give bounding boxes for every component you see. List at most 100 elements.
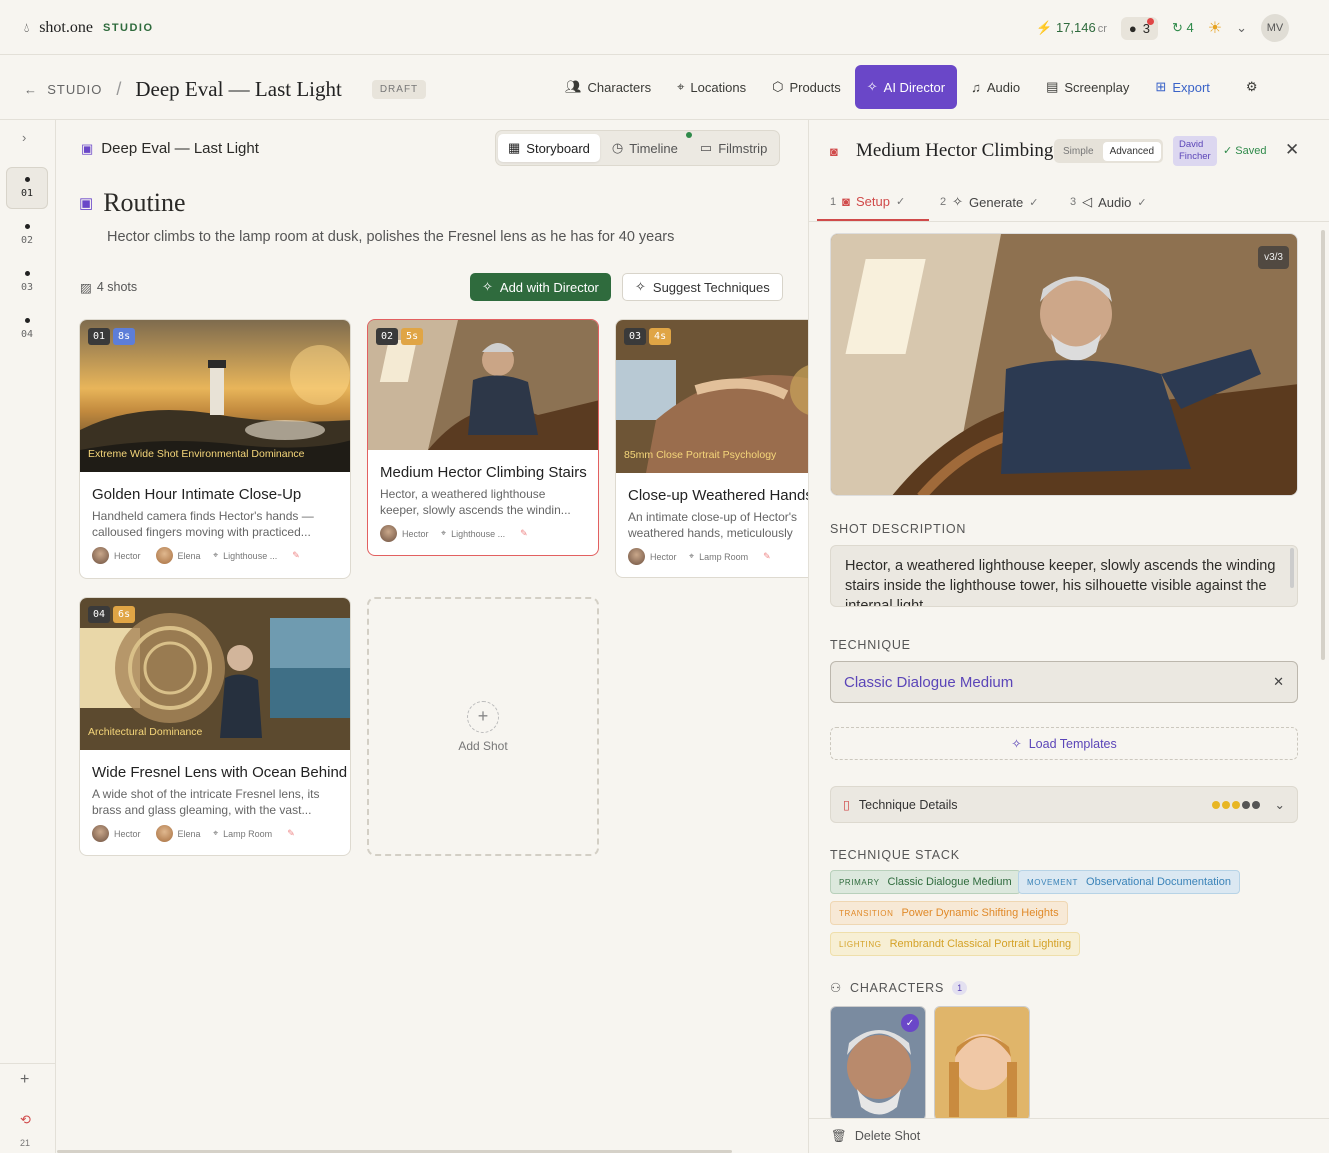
step-audio[interactable]: 3 ◁ Audio ✓: [1070, 194, 1147, 210]
logo[interactable]: 💧︎ shot.one STUDIO: [24, 19, 154, 37]
shot-card-selected[interactable]: 02 5s Medium Hector Climbing Stairs Hecto…: [367, 319, 599, 556]
rail-item[interactable]: 02: [6, 214, 48, 256]
shot-number: 03: [624, 328, 647, 345]
drop-icon: 💧︎: [24, 20, 30, 35]
shot-title: Close-up Weathered Hands: [628, 487, 808, 504]
rail-label: 04: [20, 329, 34, 340]
saved-status: ✓ Saved: [1223, 145, 1267, 157]
pill-kind: LIGHTING: [839, 939, 882, 949]
tab-storyboard[interactable]: ▦ Storyboard: [498, 134, 600, 162]
panel-scrollbar[interactable]: [1321, 230, 1325, 660]
plus-icon: +: [467, 700, 499, 733]
step-setup[interactable]: 1 ◙ Setup ✓: [830, 194, 905, 209]
history-icon[interactable]: ⟲: [20, 1112, 31, 1128]
textarea-scrollbar[interactable]: [1290, 548, 1294, 588]
tab-products[interactable]: ⬡ Products: [760, 65, 853, 109]
document-icon: ▤: [1046, 79, 1059, 94]
add-icon[interactable]: +: [20, 1071, 29, 1089]
technique-field[interactable]: Classic Dialogue Medium ✕: [830, 661, 1298, 703]
technique-details-toggle[interactable]: ▯ Technique Details ⌄: [830, 786, 1298, 823]
check-icon: ✓: [1137, 196, 1147, 209]
mode-simple[interactable]: Simple: [1056, 142, 1101, 161]
step-tabs: 1 ◙ Setup ✓ 2 ✧ Generate ✓ 3 ◁ Audio ✓: [809, 180, 1329, 222]
panel-title[interactable]: Medium Hector Climbing Stairs: [856, 140, 1056, 162]
shot-card[interactable]: 01 8s Extreme Wide Shot Environmental Dom…: [79, 319, 351, 579]
gear-icon[interactable]: ⚙: [1234, 65, 1270, 109]
tab-label: Timeline: [629, 140, 678, 156]
top-bar: 💧︎ shot.one STUDIO ⚡ 17,146 cr ● 3 ↻ 4 ☀ ⌄…: [0, 0, 1329, 55]
mode-advanced[interactable]: Advanced: [1102, 141, 1162, 161]
shot-description-field[interactable]: Hector, a weathered lighthouse keeper, s…: [830, 545, 1298, 607]
add-shot-button[interactable]: + Add Shot: [367, 597, 599, 856]
pill-kind: PRIMARY: [839, 877, 880, 887]
shot-card[interactable]: 04 6s Architectural Dominance Wide Fresne…: [79, 597, 351, 856]
stack-pill-lighting[interactable]: LIGHTING Rembrandt Classical Portrait Lig…: [830, 932, 1081, 956]
character-card-elena[interactable]: [934, 1006, 1030, 1121]
technique-stack-label: TECHNIQUE STACK: [830, 848, 960, 862]
tab-characters[interactable]: 👥︎ Characters: [553, 65, 663, 109]
pencil-icon[interactable]: ✎: [292, 550, 300, 561]
chevron-right-icon[interactable]: ›: [22, 130, 26, 145]
step-number: 3: [1070, 196, 1077, 208]
check-icon: ✓: [1029, 196, 1039, 209]
notification-dot: [1146, 17, 1154, 25]
shot-card[interactable]: 03 4s 85mm Close Portrait Psychology Clos…: [615, 319, 808, 578]
project-heading: Deep Eval — Last Light: [101, 140, 259, 157]
project-nav: ← STUDIO / Deep Eval — Last Light DRAFT …: [0, 55, 1329, 120]
chat-button[interactable]: ● 3: [1120, 16, 1158, 40]
shot-editor-panel: ◙ Medium Hector Climbing Stairs Simple A…: [808, 120, 1329, 1153]
stack-pill-primary[interactable]: PRIMARY Classic Dialogue Medium: [830, 870, 1021, 894]
shot-title: Medium Hector Climbing Stairs: [380, 464, 587, 481]
tab-timeline[interactable]: ◷ Timeline: [602, 132, 692, 162]
pencil-icon[interactable]: ✎: [763, 551, 771, 562]
shot-description: Handheld camera finds Hector's hands — c…: [92, 509, 314, 539]
rail-item[interactable]: 04: [6, 308, 48, 350]
close-icon[interactable]: ✕: [1273, 674, 1284, 690]
pill-value: Rembrandt Classical Portrait Lighting: [889, 938, 1072, 950]
chevron-down-icon[interactable]: ⌄: [1236, 20, 1247, 36]
pill-kind: TRANSITION: [839, 908, 894, 918]
tab-screenplay[interactable]: ▤ Screenplay: [1034, 65, 1141, 109]
avatar[interactable]: MV: [1261, 14, 1289, 42]
rail-label: 03: [20, 282, 34, 293]
shot-preview[interactable]: v3/3: [830, 233, 1298, 496]
suggest-techniques-button[interactable]: ✧ Suggest Techniques: [622, 273, 783, 301]
stack-pill-transition[interactable]: TRANSITION Power Dynamic Shifting Heights: [830, 901, 1068, 925]
stack-pill-movement[interactable]: MOVEMENT Observational Documentation: [1018, 870, 1240, 894]
character-card-hector[interactable]: ✓: [830, 1006, 926, 1121]
version-badge[interactable]: v3/3: [1258, 246, 1289, 269]
delete-shot-button[interactable]: Delete Shot: [855, 1129, 920, 1143]
pencil-icon[interactable]: ✎: [287, 828, 295, 839]
scene-description[interactable]: Hector climbs to the lamp room at dusk, …: [107, 229, 674, 245]
rail-item[interactable]: 03: [6, 261, 48, 303]
step-generate[interactable]: 2 ✧ Generate ✓: [940, 194, 1038, 210]
sun-icon[interactable]: ☀: [1208, 18, 1222, 38]
sync-count: 4: [1186, 20, 1194, 35]
back-button[interactable]: ← STUDIO: [24, 82, 102, 97]
tab-label: Products: [789, 79, 841, 95]
pencil-icon[interactable]: ✎: [520, 528, 528, 539]
shot-title: Golden Hour Intimate Close-Up: [92, 486, 302, 503]
location-name: Lamp Room: [699, 551, 749, 562]
load-templates-button[interactable]: ✧ Load Templates: [830, 727, 1298, 760]
tab-export[interactable]: ⊞ Export: [1143, 65, 1221, 109]
tab-locations[interactable]: ⌖ Locations: [665, 65, 758, 109]
breadcrumb: ← STUDIO / Deep Eval — Last Light DRAFT: [24, 77, 427, 102]
director-badge[interactable]: David Fincher: [1173, 136, 1217, 166]
character-name: Hector: [402, 528, 429, 539]
add-shot-label: Add Shot: [458, 738, 508, 753]
shot-number: 02: [376, 328, 399, 345]
sync-button[interactable]: ↻ 4: [1172, 20, 1194, 36]
credits-value: 17,146: [1055, 20, 1096, 35]
credits-display[interactable]: ⚡ 17,146 cr: [1036, 20, 1107, 36]
tab-audio[interactable]: ♫ Audio: [959, 65, 1032, 109]
close-icon[interactable]: ✕: [1285, 140, 1299, 160]
avatar: [380, 525, 397, 542]
step-number: 2: [940, 196, 947, 208]
preview-image: [831, 234, 1297, 495]
technique-label: TECHNIQUE: [830, 638, 911, 652]
rail-item[interactable]: 01: [6, 167, 48, 209]
add-with-director-button[interactable]: ✧ Add with Director: [470, 273, 611, 301]
tab-ai-director[interactable]: ✧ AI Director: [854, 65, 958, 109]
tab-filmstrip[interactable]: ▭ Filmstrip: [690, 134, 777, 162]
